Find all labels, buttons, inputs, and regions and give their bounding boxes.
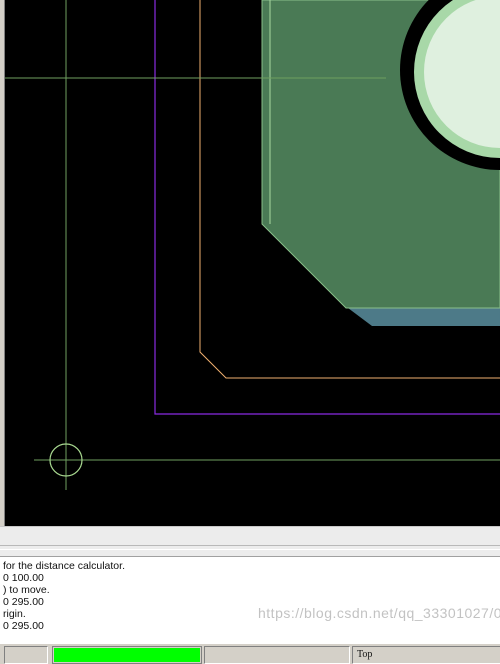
output-line: 0 295.00 — [3, 620, 44, 632]
current-layer-label[interactable]: Top — [352, 646, 500, 664]
splitter-line — [0, 545, 500, 546]
output-line: 0 100.00 — [3, 572, 44, 584]
panel-splitter[interactable] — [0, 526, 500, 557]
output-line: rigin. — [3, 608, 26, 620]
output-line: for the distance calculator. — [3, 560, 125, 572]
splitter-highlight — [0, 549, 500, 550]
watermark: https://blog.csdn.net/qq_33301027/051 32 — [258, 605, 500, 621]
output-message-pane[interactable]: for the distance calculator. 0 100.00 ) … — [0, 556, 500, 644]
canvas-left-frame — [0, 0, 5, 526]
progress-bar — [52, 646, 202, 664]
pcb-canvas[interactable] — [0, 0, 500, 526]
status-bar: Top — [0, 643, 500, 664]
progress-fill — [54, 648, 200, 662]
status-segment — [4, 646, 48, 664]
pcb-drawing[interactable] — [0, 0, 500, 526]
status-segment — [204, 646, 350, 664]
output-line: ) to move. — [3, 584, 50, 596]
output-line: 0 295.00 — [3, 596, 44, 608]
